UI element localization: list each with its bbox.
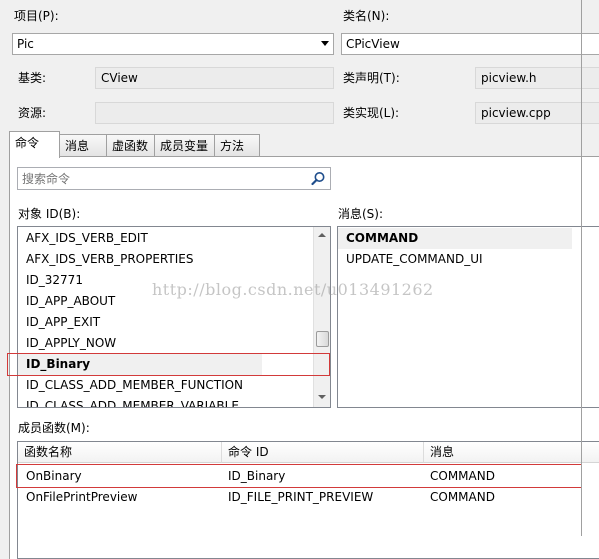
class-name-value: CPicView xyxy=(346,37,400,51)
messages-label: 消息(S): xyxy=(338,207,384,221)
member-functions-table[interactable]: 函数名称 命令 ID 消息 OnBinary ID_Binary COMMAND… xyxy=(17,441,599,559)
scrollbar-thumb[interactable] xyxy=(316,331,329,347)
cell-command-id: ID_FILE_PRINT_PREVIEW xyxy=(228,490,374,504)
list-item[interactable]: ID_APPLY_NOW xyxy=(26,333,116,354)
list-item[interactable]: AFX_IDS_VERB_EDIT xyxy=(26,228,148,249)
list-item[interactable]: ID_CLASS_ADD_MEMBER_FUNCTION xyxy=(26,375,243,396)
cell-command-id: ID_Binary xyxy=(228,469,286,483)
object-id-list[interactable]: AFX_IDS_VERB_EDIT AFX_IDS_VERB_PROPERTIE… xyxy=(17,226,331,408)
scroll-up-icon[interactable] xyxy=(318,233,326,237)
class-name-label: 类名(N): xyxy=(343,9,390,23)
tab-commands[interactable]: 命令 xyxy=(9,131,60,158)
list-item[interactable]: ID_APP_EXIT xyxy=(26,312,100,333)
tab-member-variables[interactable]: 成员变量 xyxy=(154,134,215,157)
cell-message: COMMAND xyxy=(430,490,495,504)
member-functions-label: 成员函数(M): xyxy=(18,421,90,435)
search-icon[interactable] xyxy=(311,171,326,186)
search-box[interactable] xyxy=(17,167,331,190)
base-class-value: CView xyxy=(101,71,138,85)
project-label: 项目(P): xyxy=(14,9,59,23)
resource-label: 资源: xyxy=(18,106,47,120)
chevron-down-icon[interactable] xyxy=(321,41,329,46)
base-class-field: CView xyxy=(95,67,334,89)
messages-list[interactable]: COMMAND UPDATE_COMMAND_UI xyxy=(337,226,599,408)
column-header-command-id[interactable]: 命令 ID xyxy=(222,442,424,463)
list-item[interactable]: ID_CLASS_ADD_MEMBER_VARIABLE xyxy=(26,396,239,407)
class-decl-label: 类声明(T): xyxy=(343,71,400,85)
base-class-label: 基类: xyxy=(18,71,47,85)
window-edge xyxy=(581,0,582,536)
list-item[interactable]: UPDATE_COMMAND_UI xyxy=(346,249,483,270)
class-impl-label: 类实现(L): xyxy=(343,106,400,120)
cell-message: COMMAND xyxy=(430,469,495,483)
column-header-message[interactable]: 消息 xyxy=(424,442,599,463)
list-item-selected[interactable]: COMMAND xyxy=(346,228,418,249)
vertical-scrollbar[interactable] xyxy=(313,227,330,407)
cell-function-name: OnBinary xyxy=(26,469,82,483)
project-dropdown[interactable]: Pic xyxy=(12,33,334,55)
tab-virtual-functions[interactable]: 虚函数 xyxy=(106,134,155,157)
cell-function-name: OnFilePrintPreview xyxy=(26,490,138,504)
search-input[interactable] xyxy=(20,170,300,187)
object-id-label: 对象 ID(B): xyxy=(18,207,81,221)
list-item[interactable]: AFX_IDS_VERB_PROPERTIES xyxy=(26,249,193,270)
tab-methods[interactable]: 方法 xyxy=(214,134,260,157)
class-decl-value: picview.h xyxy=(481,71,537,85)
class-impl-value: picview.cpp xyxy=(481,106,551,120)
project-value: Pic xyxy=(17,37,34,51)
tab-messages[interactable]: 消息 xyxy=(59,134,107,157)
column-header-function-name[interactable]: 函数名称 xyxy=(18,442,222,463)
resource-field xyxy=(95,102,334,124)
list-item[interactable]: ID_APP_ABOUT xyxy=(26,291,115,312)
scroll-down-icon[interactable] xyxy=(318,395,326,399)
list-item-selected[interactable]: ID_Binary xyxy=(26,354,90,375)
class-name-field[interactable]: CPicView xyxy=(341,33,599,55)
list-item[interactable]: ID_32771 xyxy=(26,270,83,291)
